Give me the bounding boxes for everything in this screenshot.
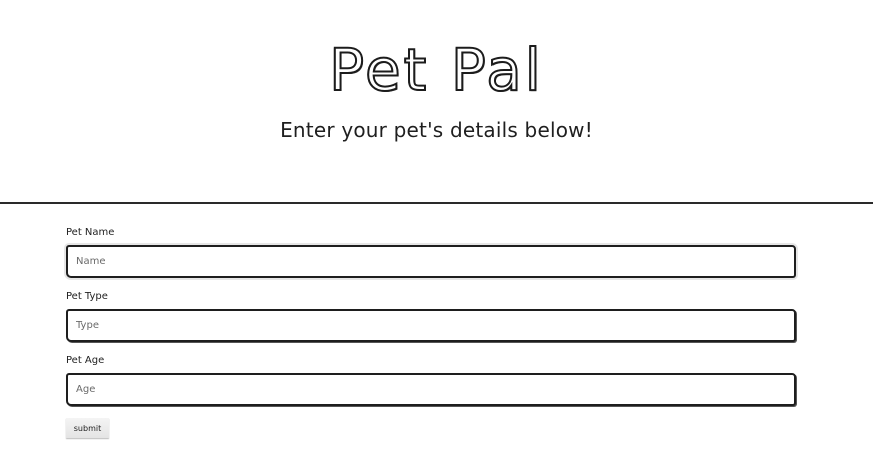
pet-details-form: Pet Name Pet Type Pet Age submit <box>66 226 798 438</box>
pet-name-label: Pet Name <box>66 227 115 238</box>
page-header: Pet Pal Enter your pet's details below! <box>0 0 873 204</box>
page: Pet Pal Enter your pet's details below! … <box>0 0 873 461</box>
page-title: Pet Pal <box>328 35 544 105</box>
pet-type-input[interactable] <box>66 309 796 342</box>
pet-name-input[interactable] <box>66 245 796 278</box>
pet-type-label: Pet Type <box>66 291 108 302</box>
page-subtitle: Enter your pet's details below! <box>280 118 593 142</box>
pet-age-label: Pet Age <box>66 355 105 366</box>
pet-age-input[interactable] <box>66 373 796 406</box>
submit-button[interactable]: submit <box>66 418 109 438</box>
